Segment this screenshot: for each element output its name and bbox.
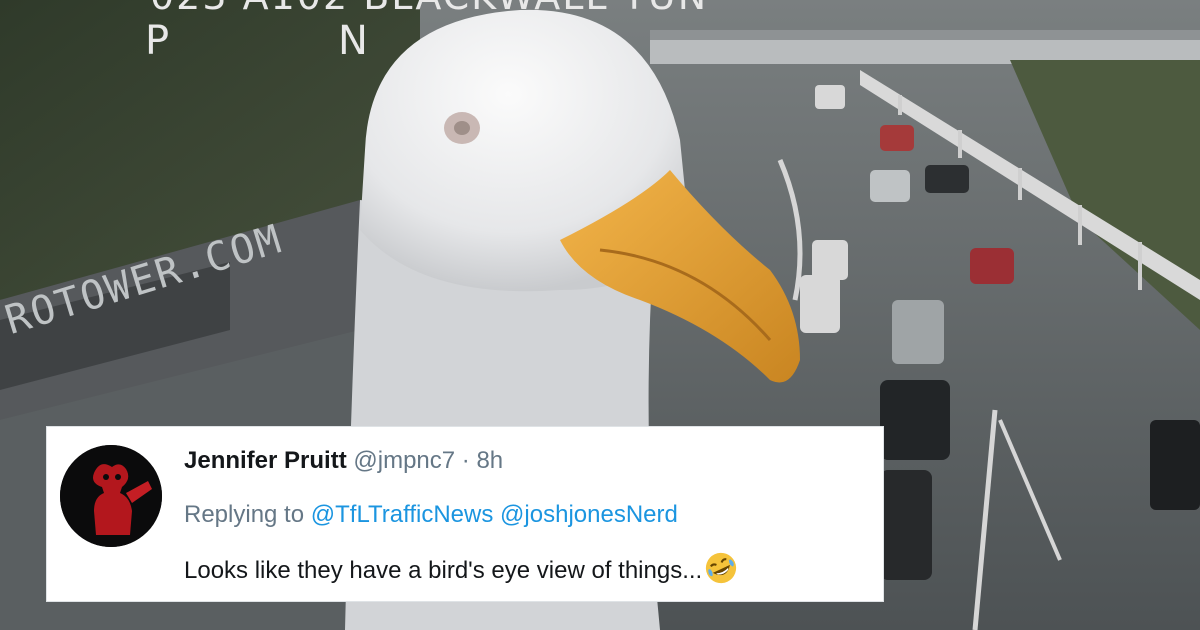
avatar[interactable] [60, 445, 162, 547]
author-handle[interactable]: @jmpnc7 [353, 447, 455, 474]
camera-letter-right: N [338, 18, 370, 64]
camera-letter-left: P [145, 18, 172, 64]
avatar-image [60, 445, 162, 547]
mention-joshjonesnerd[interactable]: @joshjonesNerd [500, 501, 678, 528]
author-name[interactable]: Jennifer Pruitt [184, 447, 347, 474]
rolling-on-floor-laughing-icon [704, 551, 738, 585]
mention-tfltrafficnews[interactable]: @TfLTrafficNews [311, 501, 494, 528]
camera-top-text: 023 A102 BLACKWALL TUN [150, 0, 708, 18]
replying-to-line: Replying to @TfLTrafficNews @joshjonesNe… [184, 501, 678, 529]
separator-dot: · [461, 447, 470, 474]
replying-to-label: Replying to [184, 501, 305, 528]
tweet-timestamp[interactable]: 8h [476, 447, 503, 474]
tweet-text: Looks like they have a bird's eye view o… [184, 551, 738, 585]
tweet-header: Jennifer Pruitt @jmpnc7 · 8h [184, 447, 503, 475]
tweet-card[interactable]: Jennifer Pruitt @jmpnc7 · 8h Replying to… [46, 426, 884, 602]
tweet-body: Looks like they have a bird's eye view o… [184, 557, 703, 584]
